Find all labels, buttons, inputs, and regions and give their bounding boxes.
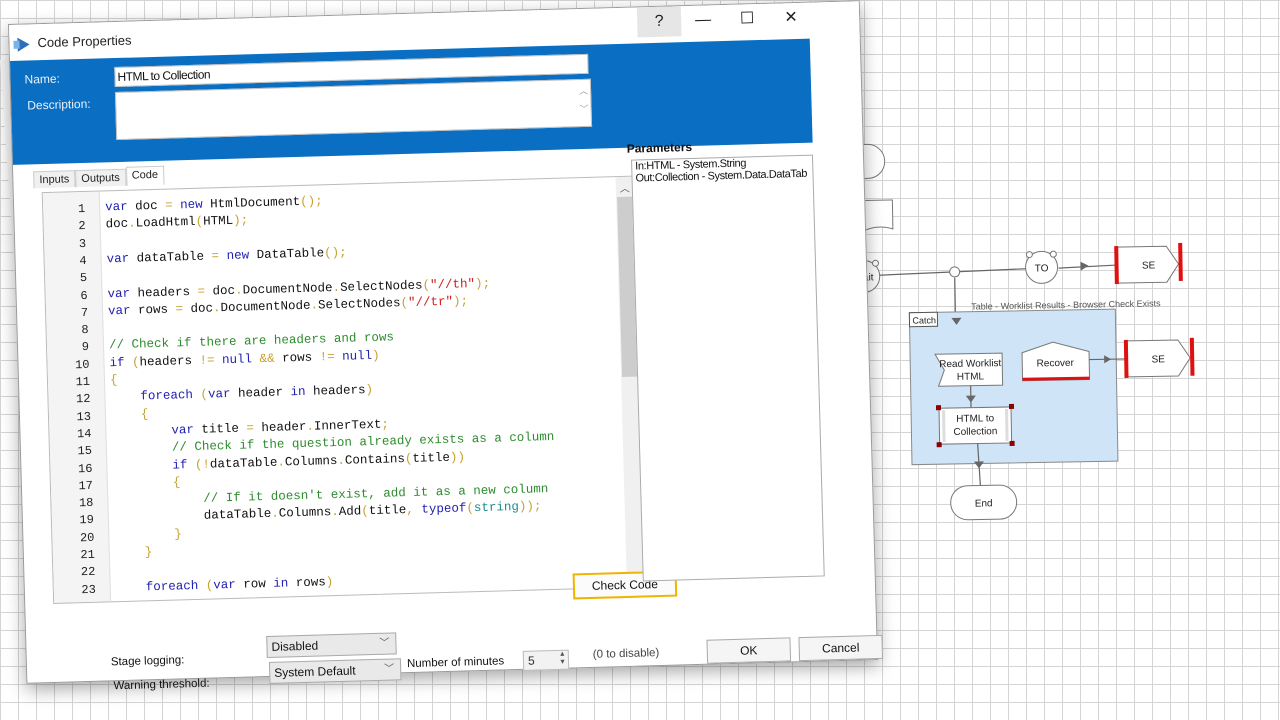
minutes-hint: (0 to disable) <box>592 647 660 661</box>
code-line[interactable]: foreach (var header in headers) <box>110 383 373 408</box>
line-number: 12 <box>75 392 91 407</box>
header-band: Name: HTML to Collection Description: ︿ ﹀ <box>10 38 813 165</box>
stage-logging-select[interactable]: Disabled ﹀ <box>266 632 397 659</box>
line-number: 6 <box>80 288 88 303</box>
stage-logging-value: Disabled <box>271 638 319 654</box>
description-label: Description: <box>27 96 91 113</box>
code-line[interactable]: { <box>111 407 149 426</box>
code-stage-label: Collection <box>953 426 997 438</box>
warning-threshold-select[interactable]: System Default ﹀ <box>268 658 402 684</box>
read-worklist-label: Read Worklist <box>939 358 1001 370</box>
se-label: SE <box>1142 260 1156 271</box>
line-number: 3 <box>78 236 87 251</box>
app-logo-icon <box>17 37 30 52</box>
line-number: 17 <box>78 478 94 494</box>
code-line[interactable] <box>115 564 116 582</box>
line-number: 10 <box>74 357 90 372</box>
code-editor[interactable]: 1 var doc = new HtmlDocument(); 2 doc.LoadH… <box>41 175 645 604</box>
resize-handle[interactable] <box>935 405 942 411</box>
ok-button[interactable]: OK <box>706 637 792 664</box>
minutes-stepper[interactable]: 5 ▲ ▼ <box>522 649 570 671</box>
code-line[interactable]: } <box>114 527 182 547</box>
exception-stage-top[interactable]: SE <box>1114 242 1183 285</box>
line-number: 19 <box>79 513 95 528</box>
line-number: 15 <box>77 444 93 459</box>
junction-node[interactable] <box>949 266 961 278</box>
timeout-node[interactable]: TO <box>1025 250 1059 284</box>
end-node[interactable]: End <box>950 484 1018 521</box>
name-label: Name: <box>24 71 61 87</box>
code-properties-dialog: Code Properties ? — ☐ ✕ Name: HTML to Co… <box>8 0 884 692</box>
resize-handle[interactable] <box>1009 440 1015 446</box>
line-number: 23 <box>81 582 97 597</box>
end-label: End <box>975 498 993 509</box>
help-button[interactable]: ? <box>636 6 682 38</box>
code-line[interactable]: } <box>115 545 153 564</box>
code-line[interactable]: { <box>110 373 118 391</box>
line-number: 16 <box>77 461 93 476</box>
line-number: 18 <box>78 495 94 511</box>
block-title: Table - Worklist Results - Browser Check… <box>971 298 1161 311</box>
minutes-value: 5 <box>527 653 535 668</box>
read-worklist-label: HTML <box>957 371 985 382</box>
arrow-icon <box>1080 261 1089 271</box>
line-number: 13 <box>76 409 92 424</box>
description-scrollbar[interactable]: ︿ ﹀ <box>579 82 589 118</box>
line-number: 11 <box>75 374 91 390</box>
warning-threshold-value: System Default <box>274 663 356 680</box>
arrow-icon <box>973 461 984 469</box>
close-button[interactable]: ✕ <box>769 3 814 34</box>
resize-handle[interactable] <box>1008 403 1015 409</box>
line-number: 22 <box>80 565 96 580</box>
tab-inputs[interactable]: Inputs <box>33 170 76 189</box>
description-input[interactable]: ︿ ﹀ <box>114 78 593 141</box>
chevron-down-icon: ﹀ <box>384 663 395 675</box>
code-line[interactable]: var dataTable = new DataTable(); <box>106 246 347 271</box>
line-number: 14 <box>76 426 92 442</box>
minimize-button[interactable]: — <box>681 5 726 36</box>
maximize-button[interactable]: ☐ <box>725 4 770 35</box>
se-label: SE <box>1151 354 1165 365</box>
line-number: 2 <box>78 219 86 234</box>
code-line[interactable]: foreach (var row in rows) <box>116 575 334 599</box>
warning-threshold-label: Warning threshold: <box>113 677 210 693</box>
line-number: 5 <box>79 271 88 286</box>
chevron-down-icon: ﹀ <box>379 637 390 649</box>
line-number: 4 <box>79 253 87 268</box>
line-number: 1 <box>77 201 86 217</box>
spin-arrows-icon[interactable]: ▲ ▼ <box>559 651 566 667</box>
timeout-label: TO <box>1035 263 1049 274</box>
tab-bar: Inputs Outputs Code <box>33 165 165 191</box>
recover-label: Recover <box>1037 358 1075 370</box>
parameters-list[interactable]: In:HTML - System.String Out:Collection -… <box>631 154 825 582</box>
line-number: 21 <box>80 547 96 563</box>
tab-code[interactable]: Code <box>125 165 165 186</box>
read-worklist-node[interactable]: Read Worklist HTML <box>934 352 1004 387</box>
exception-stage-mid[interactable]: SE <box>1123 337 1195 378</box>
cancel-button[interactable]: Cancel <box>798 634 884 662</box>
tab-outputs[interactable]: Outputs <box>75 168 127 188</box>
dialog-title: Code Properties <box>37 32 132 51</box>
parameters-heading: Parameters <box>626 139 693 156</box>
scroll-up-icon[interactable]: ︿ <box>620 180 630 195</box>
minutes-label: Number of minutes <box>406 655 505 671</box>
code-line[interactable] <box>107 270 108 288</box>
stage-logging-label: Stage logging: <box>110 654 185 669</box>
code-line[interactable]: doc.LoadHtml(HTML); <box>105 214 248 236</box>
line-number: 8 <box>81 322 89 338</box>
code-stage-label: HTML to <box>956 413 995 425</box>
code-line[interactable] <box>106 235 107 253</box>
line-number: 9 <box>81 340 90 355</box>
code-stage-selected[interactable]: HTML to Collection <box>935 403 1015 448</box>
resize-handle[interactable] <box>936 442 942 448</box>
catch-label: Catch <box>912 315 936 325</box>
line-number: 20 <box>79 530 95 545</box>
line-number: 7 <box>80 305 89 320</box>
code-line[interactable] <box>108 321 109 339</box>
